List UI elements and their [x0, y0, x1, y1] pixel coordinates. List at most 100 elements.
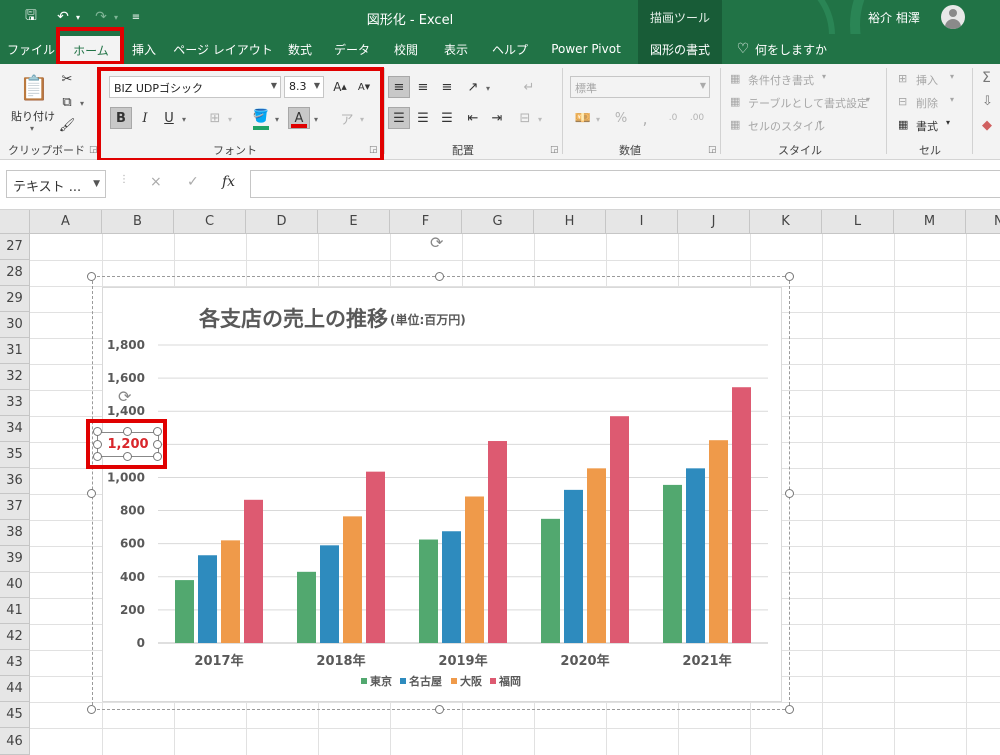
cut-icon[interactable]: ✂: [56, 68, 78, 90]
row-header[interactable]: 37: [0, 494, 30, 520]
row-header[interactable]: 40: [0, 572, 30, 598]
orientation-icon[interactable]: ↗: [462, 76, 484, 98]
copy-dropdown-icon[interactable]: ▾: [80, 99, 84, 108]
row-header[interactable]: 30: [0, 312, 30, 338]
align-top-icon[interactable]: ≡: [388, 76, 410, 98]
name-box[interactable]: テキスト ... ▼: [6, 170, 106, 198]
resize-handle[interactable]: [785, 705, 794, 714]
resize-handle[interactable]: [87, 272, 96, 281]
format-cells-button[interactable]: 書式: [916, 118, 938, 134]
conditional-format-button[interactable]: 条件付き書式: [748, 72, 814, 88]
row-header[interactable]: 29: [0, 286, 30, 312]
resize-handle[interactable]: [785, 489, 794, 498]
copy-icon[interactable]: ⧉: [56, 91, 78, 113]
cell-styles-button[interactable]: セルのスタイル: [748, 118, 825, 134]
row-header[interactable]: 46: [0, 728, 30, 755]
row-header[interactable]: 42: [0, 624, 30, 650]
row-header[interactable]: 38: [0, 520, 30, 546]
row-header[interactable]: 45: [0, 702, 30, 728]
tab-formulas[interactable]: 数式: [282, 34, 318, 64]
merge-dropdown-icon[interactable]: ▾: [538, 115, 542, 124]
tab-file[interactable]: ファイル: [5, 34, 57, 64]
resize-handle[interactable]: [87, 705, 96, 714]
fill-icon[interactable]: ⇩: [982, 94, 993, 109]
select-all-corner[interactable]: [0, 210, 30, 234]
formula-input[interactable]: [250, 170, 1000, 198]
paste-button[interactable]: 貼り付け: [11, 108, 55, 124]
insert-function-icon[interactable]: fx: [222, 174, 235, 190]
column-header[interactable]: D: [246, 210, 318, 234]
column-header[interactable]: B: [102, 210, 174, 234]
paste-icon[interactable]: 📋: [19, 72, 49, 104]
row-header[interactable]: 35: [0, 442, 30, 468]
align-right-icon[interactable]: ☰: [436, 107, 458, 129]
row-header[interactable]: 27: [0, 234, 30, 260]
row-header[interactable]: 41: [0, 598, 30, 624]
column-header[interactable]: E: [318, 210, 390, 234]
row-header[interactable]: 32: [0, 364, 30, 390]
resize-handle[interactable]: [435, 272, 444, 281]
percent-icon[interactable]: %: [610, 107, 632, 129]
align-center-icon[interactable]: ☰: [412, 107, 434, 129]
accounting-format-icon[interactable]: 💴: [572, 107, 594, 129]
tab-help[interactable]: ヘルプ: [486, 34, 534, 64]
comma-style-icon[interactable]: ,: [634, 107, 656, 129]
decrease-decimal-icon[interactable]: .00: [686, 107, 708, 129]
number-launcher-icon[interactable]: ◲: [708, 145, 717, 155]
resize-handle[interactable]: [785, 272, 794, 281]
autosum-icon[interactable]: Σ: [982, 70, 991, 86]
column-header[interactable]: J: [678, 210, 750, 234]
cancel-icon[interactable]: ×: [150, 174, 162, 190]
tab-page-layout[interactable]: ページ レイアウト: [173, 34, 273, 64]
tab-data[interactable]: データ: [328, 34, 376, 64]
clear-icon[interactable]: ◆: [982, 118, 992, 133]
tab-view[interactable]: 表示: [436, 34, 476, 64]
increase-decimal-icon[interactable]: .0: [662, 107, 684, 129]
delete-cells-button[interactable]: 削除: [916, 95, 938, 111]
align-left-icon[interactable]: ☰: [388, 107, 410, 129]
avatar[interactable]: [941, 5, 965, 29]
tell-me-search[interactable]: 何をしますか: [755, 34, 827, 64]
increase-indent-icon[interactable]: ⇥: [486, 107, 508, 129]
format-as-table-button[interactable]: テーブルとして書式設定: [748, 95, 868, 111]
number-format-combo[interactable]: 標準 ▼: [570, 76, 710, 98]
orientation-dropdown-icon[interactable]: ▾: [486, 84, 490, 93]
tab-power-pivot[interactable]: Power Pivot: [544, 34, 628, 64]
resize-handle[interactable]: [435, 705, 444, 714]
accounting-dropdown-icon[interactable]: ▾: [596, 115, 600, 124]
enter-icon[interactable]: ✓: [187, 174, 199, 190]
row-header[interactable]: 31: [0, 338, 30, 364]
row-header[interactable]: 43: [0, 650, 30, 676]
wrap-text-icon[interactable]: ↵: [518, 76, 540, 98]
tab-insert[interactable]: 挿入: [124, 34, 164, 64]
column-header[interactable]: C: [174, 210, 246, 234]
row-header[interactable]: 44: [0, 676, 30, 702]
row-header[interactable]: 39: [0, 546, 30, 572]
merge-center-icon[interactable]: ⊟: [514, 107, 536, 129]
resize-handle[interactable]: [87, 489, 96, 498]
decrease-indent-icon[interactable]: ⇤: [462, 107, 484, 129]
rotate-handle-icon[interactable]: ⟳: [118, 387, 131, 406]
column-header[interactable]: A: [30, 210, 102, 234]
row-header[interactable]: 28: [0, 260, 30, 286]
align-middle-icon[interactable]: ≡: [412, 76, 434, 98]
tab-shape-format[interactable]: 図形の書式: [638, 34, 722, 64]
column-header[interactable]: M: [894, 210, 966, 234]
align-bottom-icon[interactable]: ≡: [436, 76, 458, 98]
paste-dropdown-icon[interactable]: ▾: [30, 124, 34, 133]
row-header[interactable]: 36: [0, 468, 30, 494]
rotate-handle-icon[interactable]: ⟳: [430, 233, 443, 252]
format-painter-icon[interactable]: 🖌: [56, 114, 78, 136]
column-header[interactable]: I: [606, 210, 678, 234]
column-header[interactable]: G: [462, 210, 534, 234]
more-options-icon[interactable]: ⋮: [119, 174, 129, 185]
insert-cells-button[interactable]: 挿入: [916, 72, 938, 88]
column-header[interactable]: H: [534, 210, 606, 234]
column-header[interactable]: N: [966, 210, 1000, 234]
row-header[interactable]: 34: [0, 416, 30, 442]
column-header[interactable]: F: [390, 210, 462, 234]
tab-review[interactable]: 校閲: [386, 34, 426, 64]
alignment-launcher-icon[interactable]: ◲: [550, 145, 559, 155]
row-header[interactable]: 33: [0, 390, 30, 416]
column-header[interactable]: L: [822, 210, 894, 234]
